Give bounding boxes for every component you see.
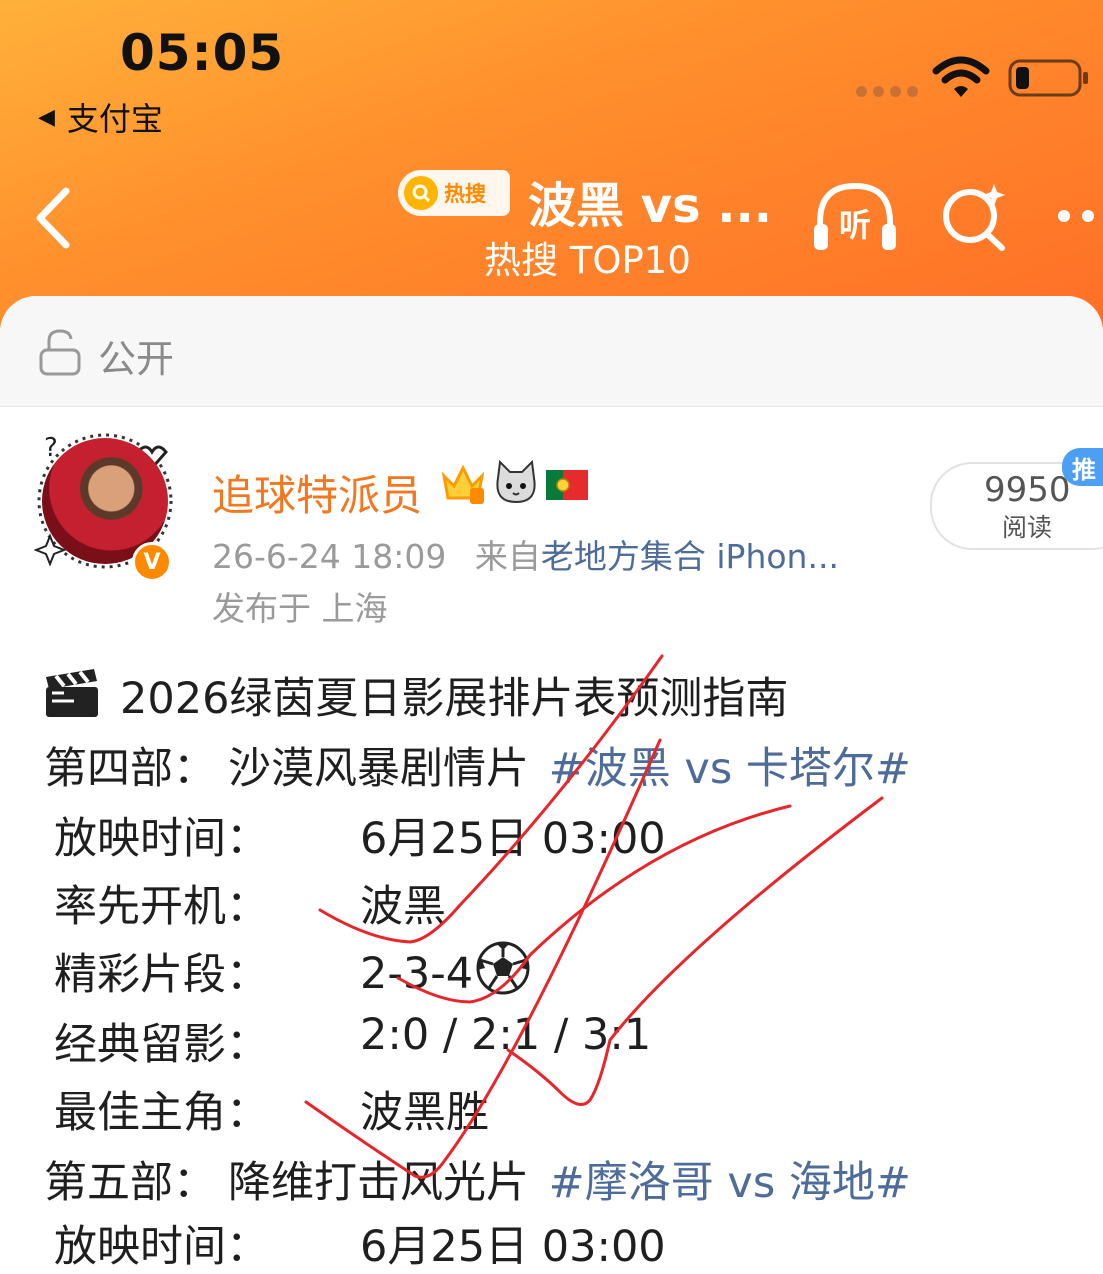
search-badge-icon <box>404 176 438 210</box>
part5-genre: 降维打击风光片 <box>228 1158 529 1208</box>
post-date: 26-6-24 18:09 <box>212 537 447 576</box>
svg-text:听: 听 <box>839 206 871 244</box>
author-name[interactable]: 追球特派员 <box>212 462 422 523</box>
status-time: 05:05 <box>120 24 285 82</box>
wifi-icon <box>932 56 990 97</box>
search-icon[interactable] <box>940 182 1010 252</box>
detail-value: 波黑 <box>360 882 446 932</box>
post-meta: 26-6-24 18:09 来自老地方集合 iPhon... <box>212 530 839 578</box>
topic-tag-morocco-haiti[interactable]: #摩洛哥 vs 海地# <box>549 1158 911 1208</box>
part5-line: 第五部： 降维打击风光片 #摩洛哥 vs 海地# <box>44 1148 911 1210</box>
detail-value: 波黑胜 <box>360 1088 489 1138</box>
part4-label: 第四部： <box>44 744 216 794</box>
clapperboard-icon <box>46 669 98 717</box>
detail-value-with-icon: 2-3-4 <box>360 940 531 999</box>
detail-label: 率先开机： <box>54 882 269 932</box>
battery-icon <box>1008 59 1088 97</box>
cat-emoji-icon <box>496 460 536 504</box>
hot-badge-label: 热搜 <box>444 182 486 206</box>
promote-badge[interactable]: 推 <box>1062 448 1103 486</box>
more-icon[interactable] <box>1058 210 1094 222</box>
part5-label: 第五部： <box>44 1158 216 1208</box>
read-label: 阅读 <box>1002 513 1053 542</box>
page-subtitle: 热搜 TOP10 <box>484 239 691 282</box>
detail-label: 经典留影： <box>54 1020 269 1070</box>
visibility-bar[interactable]: 公开 <box>0 296 1103 407</box>
source-prefix: 来自 <box>474 537 541 576</box>
detail-label: 最佳主角： <box>54 1088 269 1138</box>
detail-value: 2:0 / 2:1 / 3:1 <box>360 1010 652 1060</box>
listen-headphones-icon[interactable]: 听 <box>810 180 900 256</box>
detail-row: 经典留影： 2:0 / 2:1 / 3:1 <box>54 1010 1054 1072</box>
detail-row: 率先开机： 波黑 <box>54 872 1054 934</box>
detail-row-cut-off: 放映时间： 6月25日 03:00 <box>54 1212 1054 1274</box>
post-location: 发布于 上海 <box>212 589 388 628</box>
detail-row: 精彩片段： 2-3-4 <box>54 940 1054 1002</box>
app-header: 05:05 ◀ 支付宝 热搜 波黑 vs ... 热搜 TOP10 听 <box>0 0 1103 330</box>
detail-value: 6月25日 03:00 <box>360 814 666 864</box>
detail-label: 放映时间： <box>54 814 269 864</box>
read-count: 9950 <box>984 470 1071 510</box>
back-app-label: 支付宝 <box>66 100 163 138</box>
crown-icon <box>441 464 485 504</box>
svg-text:?: ? <box>44 433 58 463</box>
part4-genre: 沙漠风暴剧情片 <box>228 744 529 794</box>
page-title: 波黑 vs ... <box>528 178 772 234</box>
detail-row: 放映时间： 6月25日 03:00 <box>54 804 1054 866</box>
detail-value: 6月25日 03:00 <box>360 1222 666 1272</box>
back-chevron-icon[interactable] <box>30 183 80 253</box>
detail-row: 最佳主角： 波黑胜 <box>54 1078 1054 1140</box>
post-title-line: 2026绿茵夏日影展排片表预测指南 <box>44 664 788 726</box>
portugal-flag-icon <box>546 470 588 500</box>
post-source-link[interactable]: 老地方集合 iPhon... <box>541 537 839 576</box>
soccer-ball-icon <box>476 941 530 995</box>
unlock-icon <box>39 329 81 376</box>
cellular-signal-icon <box>856 86 918 97</box>
visibility-label: 公开 <box>98 337 175 381</box>
topic-tag-bosnia-qatar[interactable]: #波黑 vs 卡塔尔# <box>549 744 911 794</box>
detail-value: 2-3-4 <box>360 949 474 999</box>
detail-label: 精彩片段： <box>54 950 269 1000</box>
post-title: 2026绿茵夏日影展排片表预测指南 <box>120 674 789 724</box>
part4-line: 第四部： 沙漠风暴剧情片 #波黑 vs 卡塔尔# <box>44 734 911 796</box>
back-triangle-icon: ◀ <box>38 104 55 130</box>
back-to-app-link[interactable]: ◀ 支付宝 <box>38 94 163 140</box>
hot-search-badge: 热搜 <box>398 170 510 216</box>
verified-badge-icon: V <box>132 542 172 582</box>
detail-label: 放映时间： <box>54 1222 269 1272</box>
